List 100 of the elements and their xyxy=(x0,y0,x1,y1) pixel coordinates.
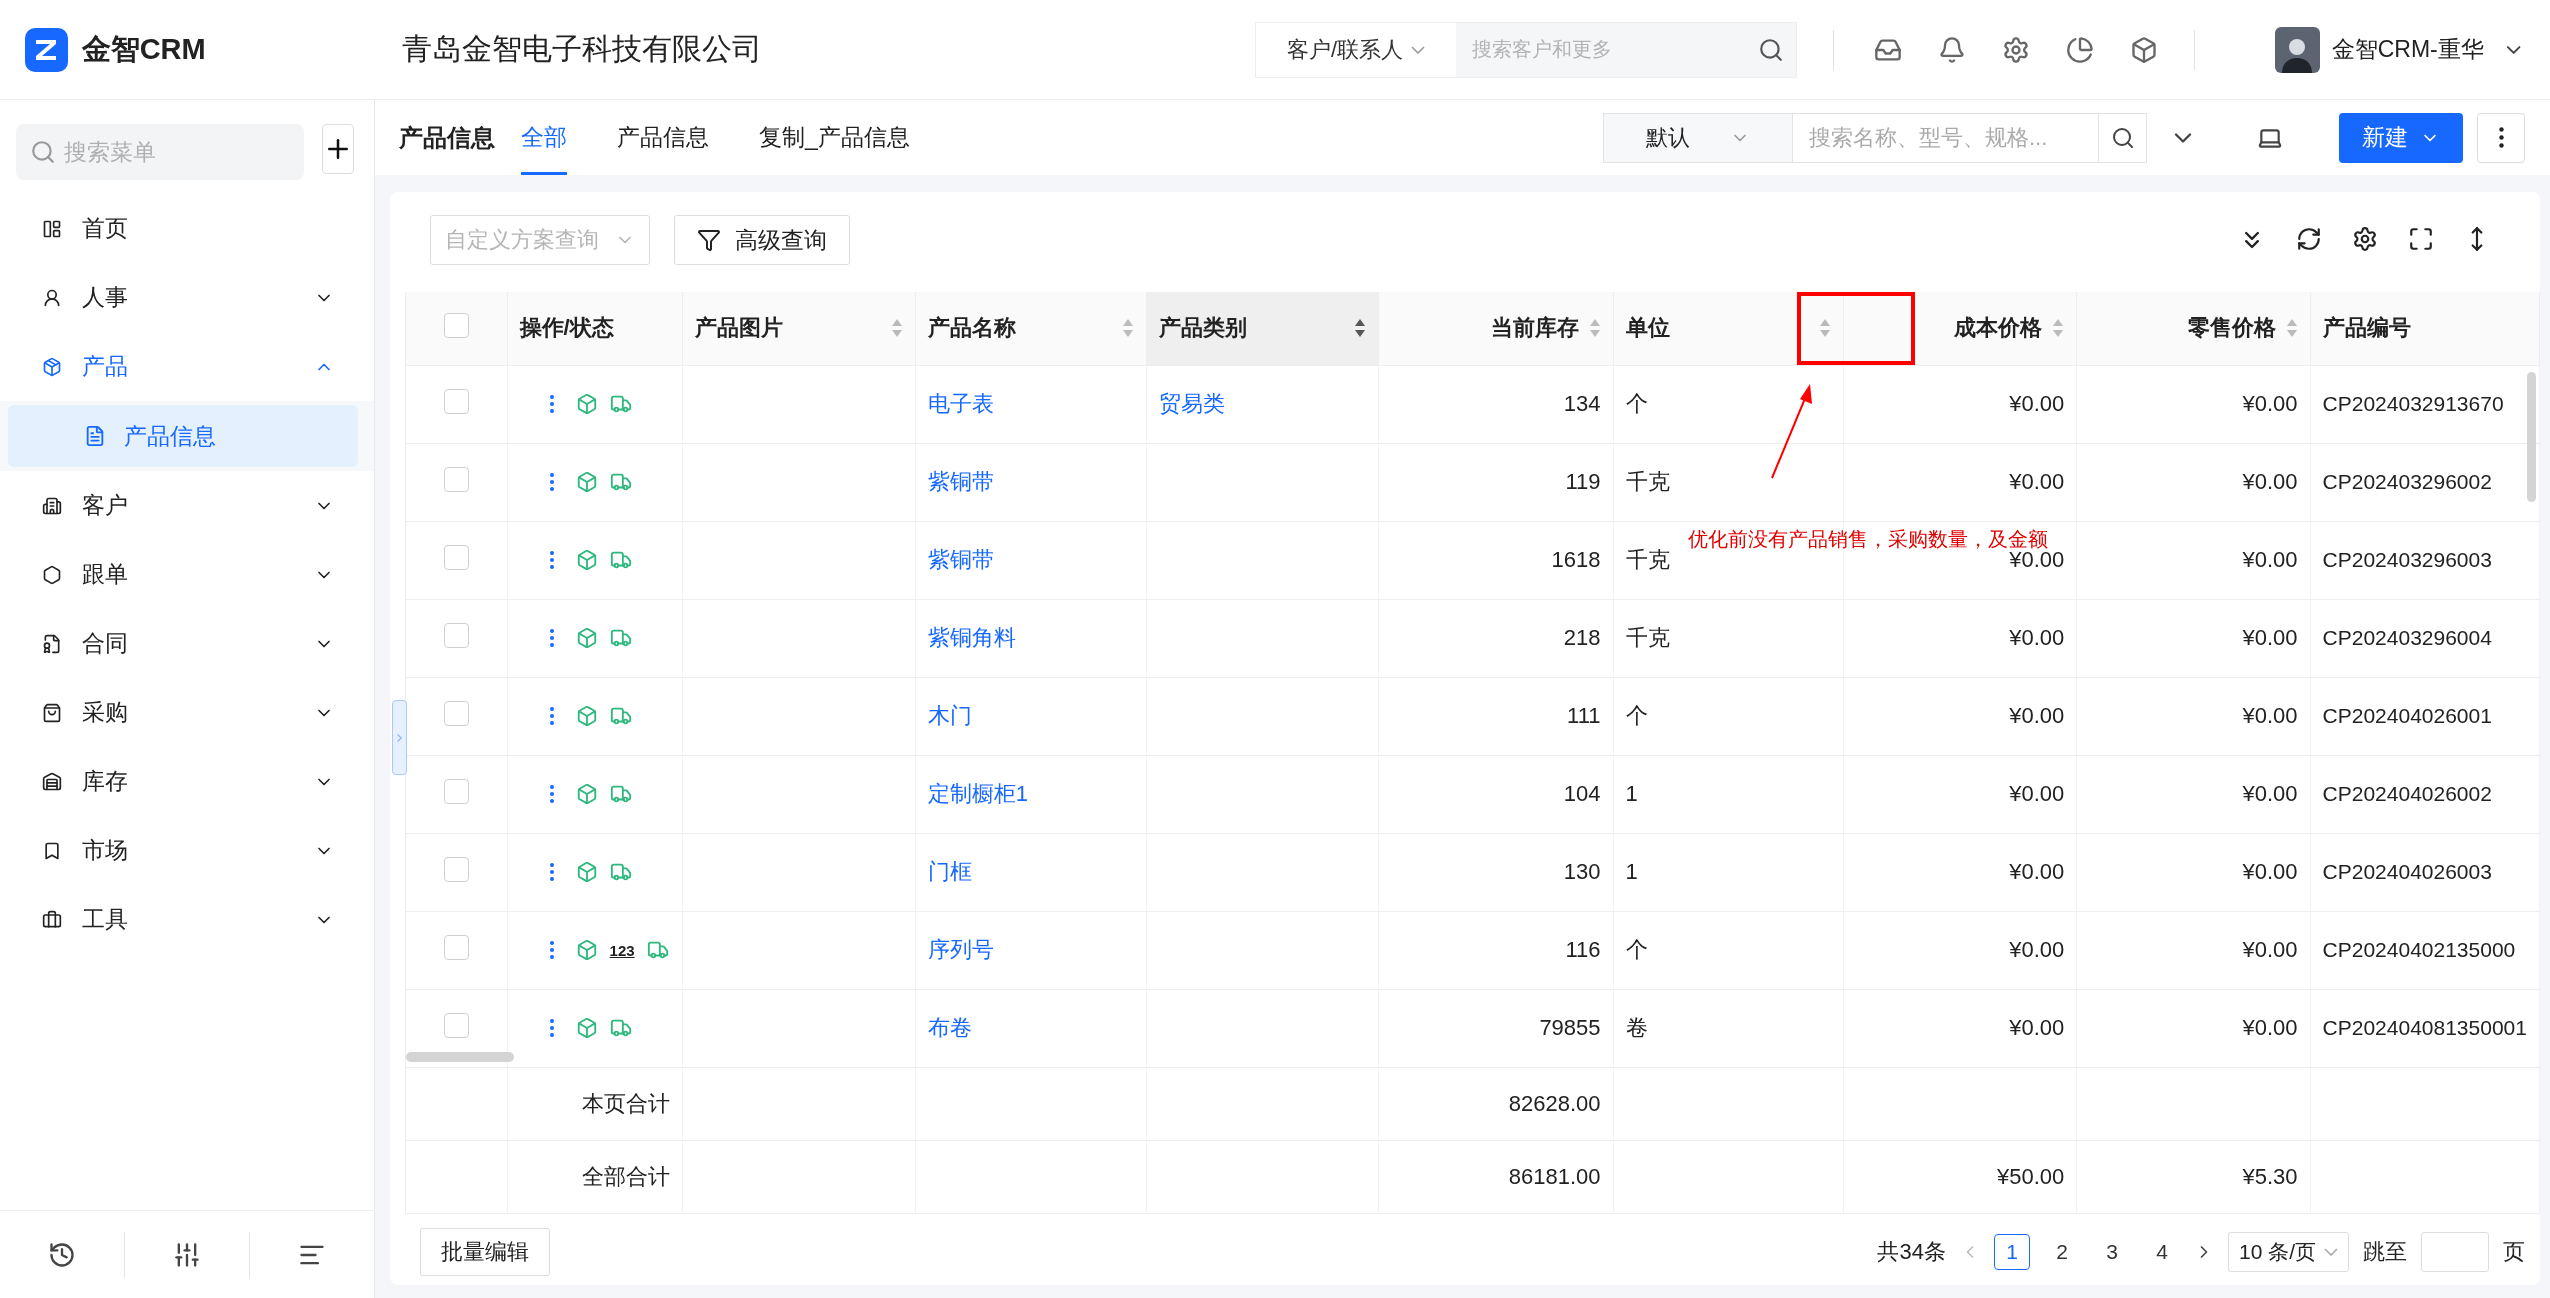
scope-select[interactable]: 客户/联系人 xyxy=(1256,22,1457,77)
column-header[interactable]: 操作/状态 xyxy=(507,292,683,365)
cube-icon[interactable] xyxy=(575,939,598,961)
column-header[interactable]: 单位 xyxy=(1613,292,1844,365)
menu-item[interactable]: 首页 xyxy=(0,194,374,263)
bell-icon[interactable] xyxy=(1938,35,1967,64)
column-header[interactable]: 产品图片 xyxy=(682,292,916,365)
menu-item[interactable]: 人事 xyxy=(0,263,374,332)
category-link[interactable]: 贸易类 xyxy=(1159,391,1226,416)
product-name-link[interactable]: 序列号 xyxy=(927,937,994,962)
cube-icon[interactable] xyxy=(2130,35,2159,64)
search-button[interactable] xyxy=(2099,112,2147,163)
new-button[interactable]: 新建 xyxy=(2339,112,2463,163)
page-input[interactable] xyxy=(2421,1231,2489,1272)
row-checkbox[interactable] xyxy=(443,466,469,492)
cube-icon[interactable] xyxy=(575,627,598,649)
more-button[interactable] xyxy=(2477,112,2525,163)
row-checkbox[interactable] xyxy=(443,622,469,648)
menu-item[interactable]: 库存 xyxy=(0,747,374,816)
truck-icon[interactable] xyxy=(646,939,669,961)
filter-icon xyxy=(697,228,721,252)
row-checkbox[interactable] xyxy=(443,934,469,960)
view-select[interactable]: 默认 xyxy=(1603,112,1793,163)
row-checkbox[interactable] xyxy=(443,544,469,570)
menu-item[interactable]: 工具 xyxy=(0,885,374,954)
truck-icon[interactable] xyxy=(609,705,632,727)
truck-icon[interactable] xyxy=(609,549,632,571)
column-header[interactable]: 零售价格 xyxy=(2076,292,2311,365)
column-header[interactable]: 产品编号 xyxy=(2310,292,2540,365)
cube-icon[interactable] xyxy=(575,1017,598,1039)
vertical-scrollbar[interactable] xyxy=(2527,372,2536,502)
truck-icon[interactable] xyxy=(609,1017,632,1039)
select-all-checkbox[interactable] xyxy=(443,312,469,338)
menu-item[interactable]: 跟单 xyxy=(0,540,374,609)
cube-icon[interactable] xyxy=(575,471,598,493)
advanced-query-button[interactable]: 高级查询 xyxy=(674,215,850,265)
truck-icon[interactable] xyxy=(609,393,632,415)
sliders-icon[interactable] xyxy=(173,1240,201,1269)
product-name-link[interactable]: 紫铜角料 xyxy=(927,625,1016,650)
truck-icon[interactable] xyxy=(609,783,632,805)
expand-handle[interactable] xyxy=(392,700,407,775)
horizontal-scrollbar[interactable] xyxy=(406,1052,514,1062)
column-header[interactable]: 产品类别 xyxy=(1146,292,1379,365)
truck-icon[interactable] xyxy=(609,471,632,493)
cube-icon[interactable] xyxy=(575,705,598,727)
pie-chart-icon[interactable] xyxy=(2066,35,2095,64)
history-icon[interactable] xyxy=(48,1240,76,1269)
add-button[interactable] xyxy=(322,124,354,174)
page-button[interactable]: 1 xyxy=(1993,1233,2030,1270)
search-field[interactable]: 客户/联系人 搜索客户和更多 xyxy=(1255,21,1798,78)
batch-edit-button[interactable]: 批量编辑 xyxy=(420,1227,550,1276)
product-name-link[interactable]: 木门 xyxy=(927,703,972,728)
bag-icon xyxy=(42,702,62,723)
product-name-link[interactable]: 门框 xyxy=(927,859,972,884)
page-unit: 页 xyxy=(2503,1237,2525,1266)
row-checkbox[interactable] xyxy=(443,856,469,882)
column-header[interactable]: 当前库存 xyxy=(1378,292,1614,365)
table-cell: ¥0.00 xyxy=(2076,677,2311,755)
product-name-link[interactable]: 电子表 xyxy=(927,391,994,416)
menu-item[interactable]: 客户 xyxy=(0,471,374,540)
submenu-item[interactable]: 产品信息 xyxy=(8,405,358,467)
search-icon xyxy=(2110,125,2135,150)
product-name-link[interactable]: 定制橱柜1 xyxy=(927,781,1029,806)
menu-item[interactable]: 市场 xyxy=(0,816,374,885)
table-cell: ¥0.00 xyxy=(2076,833,2311,911)
hexagon-icon xyxy=(42,564,62,585)
column-header[interactable]: 产品名称 xyxy=(915,292,1147,365)
fullscreen-icon[interactable] xyxy=(2408,226,2434,252)
truck-icon[interactable] xyxy=(609,627,632,649)
avatar[interactable] xyxy=(2275,26,2320,73)
tab[interactable]: 全部 xyxy=(521,100,567,175)
product-name-link[interactable]: 紫铜带 xyxy=(927,547,994,572)
serial-number-icon[interactable]: 123 xyxy=(609,941,635,959)
menu-search-field[interactable]: 搜索菜单 xyxy=(16,124,304,180)
tab[interactable]: 复制_产品信息 xyxy=(759,100,910,175)
row-checkbox[interactable] xyxy=(443,778,469,804)
cube-icon[interactable] xyxy=(575,393,598,415)
menu-item[interactable]: 产品 xyxy=(0,332,374,401)
user-name[interactable]: 金智CRM-重华 xyxy=(2331,34,2484,65)
cube-icon[interactable] xyxy=(575,549,598,571)
refresh-icon[interactable] xyxy=(2296,226,2322,252)
product-search-field[interactable]: 搜索名称、型号、规格... xyxy=(1793,112,2099,163)
page-size-select[interactable]: 10 条/页 xyxy=(2227,1231,2349,1272)
settings-icon[interactable] xyxy=(2352,226,2378,252)
table-cell: 1 xyxy=(1613,755,1844,833)
menu-item[interactable]: 采购 xyxy=(0,678,374,747)
truck-icon[interactable] xyxy=(609,861,632,883)
row-checkbox[interactable] xyxy=(443,388,469,414)
tab[interactable]: 产品信息 xyxy=(617,100,709,175)
table-cell: ¥5.30 xyxy=(2076,1140,2311,1213)
menu-item[interactable]: 合同 xyxy=(0,609,374,678)
product-name-link[interactable]: 紫铜带 xyxy=(927,469,994,494)
row-checkbox[interactable] xyxy=(443,1012,469,1038)
annotation-text: 优化前没有产品销售，采购数量，及金额 xyxy=(1688,527,2048,552)
product-name-link[interactable]: 布卷 xyxy=(927,1015,972,1040)
column-header[interactable]: 成本价格 xyxy=(1843,292,2077,365)
cube-icon[interactable] xyxy=(575,783,598,805)
person-icon xyxy=(42,287,62,308)
row-checkbox[interactable] xyxy=(443,700,469,726)
cube-icon[interactable] xyxy=(575,861,598,883)
